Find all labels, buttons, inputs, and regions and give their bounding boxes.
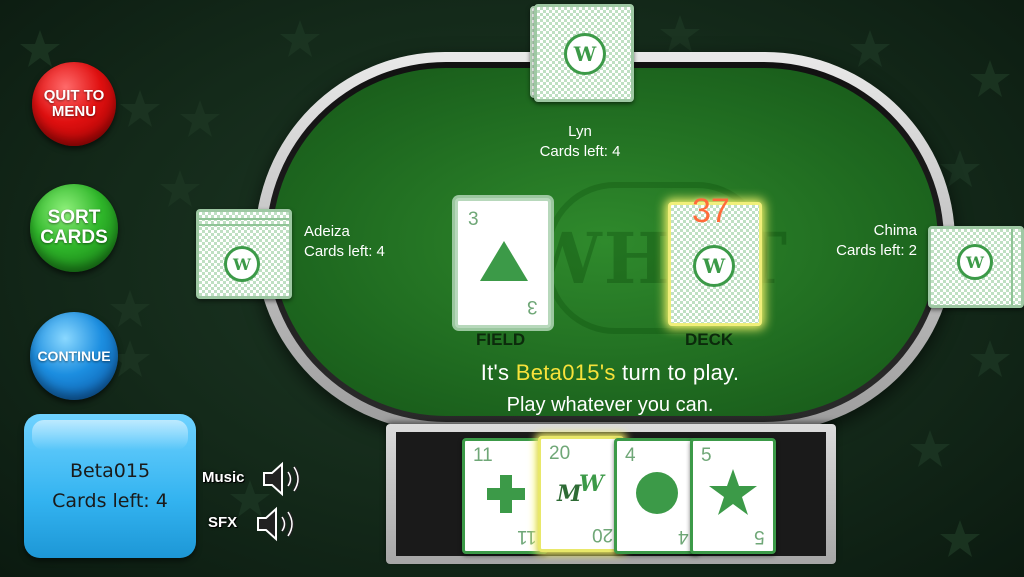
cross-icon — [487, 475, 525, 513]
hand-card-star[interactable]: 5 5 — [690, 438, 776, 554]
field-card: 3 3 — [455, 198, 551, 328]
hand-card-circle[interactable]: 4 4 — [614, 438, 700, 554]
opponent-right-name: Chima — [873, 222, 917, 239]
hand-card-number: 11 — [473, 445, 493, 466]
deck-label: DECK — [685, 330, 734, 349]
sfx-speaker-icon[interactable] — [256, 505, 302, 543]
quit-to-menu-button[interactable]: QUIT TO MENU — [32, 62, 116, 146]
w-logo-text: W — [702, 254, 726, 278]
sort-cards-button[interactable]: SORT CARDS — [30, 184, 118, 272]
sort-button-label: SORT CARDS — [40, 207, 108, 248]
w-logo-text: W — [573, 42, 597, 66]
turn-player-name: Beta015's — [515, 360, 616, 385]
turn-suffix: turn to play. — [615, 360, 740, 385]
w-logo-icon: W — [564, 33, 606, 75]
hand-card-number-inverted: 5 — [754, 526, 765, 547]
w-logo-icon: W — [693, 245, 735, 287]
music-speaker-icon[interactable] — [262, 460, 308, 498]
hand-card-number-inverted: 11 — [517, 526, 537, 547]
player-info-panel: Beta015 Cards left: 4 — [24, 414, 196, 558]
field-card-number: 3 — [468, 209, 479, 230]
circle-icon — [636, 472, 678, 514]
hand-card-number-inverted: 20 — [591, 524, 613, 545]
music-label: Music — [202, 469, 245, 486]
hand-card-whot[interactable]: 20 MW 20 — [538, 436, 624, 552]
opponent-left-name: Adeiza — [304, 223, 350, 240]
turn-message: It's Beta015's turn to play. — [98, 360, 1024, 386]
opponent-right-info: Chima Cards left: 2 — [824, 221, 917, 260]
opponent-right-cards-left: Cards left: 2 — [836, 241, 917, 259]
opponent-left-cards-left: Cards left: 4 — [304, 242, 385, 260]
star-icon — [709, 469, 757, 515]
player-cards-left: Cards left: 4 — [52, 490, 168, 512]
hand-card-number-inverted: 4 — [678, 526, 689, 547]
whot-badge: W — [579, 471, 604, 497]
deck-count: 37 — [692, 192, 730, 230]
hand-card-number: 4 — [625, 445, 636, 466]
turn-prefix: It's — [480, 360, 516, 385]
continue-button[interactable]: CONTINUE — [30, 312, 118, 400]
hand-card-number: 20 — [549, 443, 571, 464]
opponent-top-card-back: W — [534, 4, 634, 102]
opponent-top-cards-left: Cards left: 4 — [539, 142, 621, 160]
hand-card-cross[interactable]: 11 11 — [462, 438, 548, 554]
field-card-number-inverted: 3 — [527, 296, 538, 317]
triangle-icon — [480, 241, 528, 281]
player-name: Beta015 — [69, 459, 151, 482]
quit-button-label: QUIT TO MENU — [43, 87, 105, 120]
opponent-right-card-back: W — [928, 226, 1024, 308]
opponent-top-info: Lyn Cards left: 4 — [510, 122, 650, 161]
w-logo-icon: W — [957, 244, 993, 280]
opponent-top-name: Lyn — [568, 123, 592, 140]
field-label: FIELD — [476, 330, 526, 349]
w-logo-icon: W — [224, 246, 260, 282]
sfx-label: SFX — [208, 514, 238, 531]
hand-card-number: 5 — [701, 445, 712, 466]
w-logo-text: W — [966, 252, 984, 272]
opponent-left-card-back: W — [196, 209, 292, 299]
w-logo-text: W — [233, 254, 251, 274]
opponent-left-info: Adeiza Cards left: 4 — [304, 222, 385, 261]
whot-logo-icon: MW — [557, 471, 604, 507]
